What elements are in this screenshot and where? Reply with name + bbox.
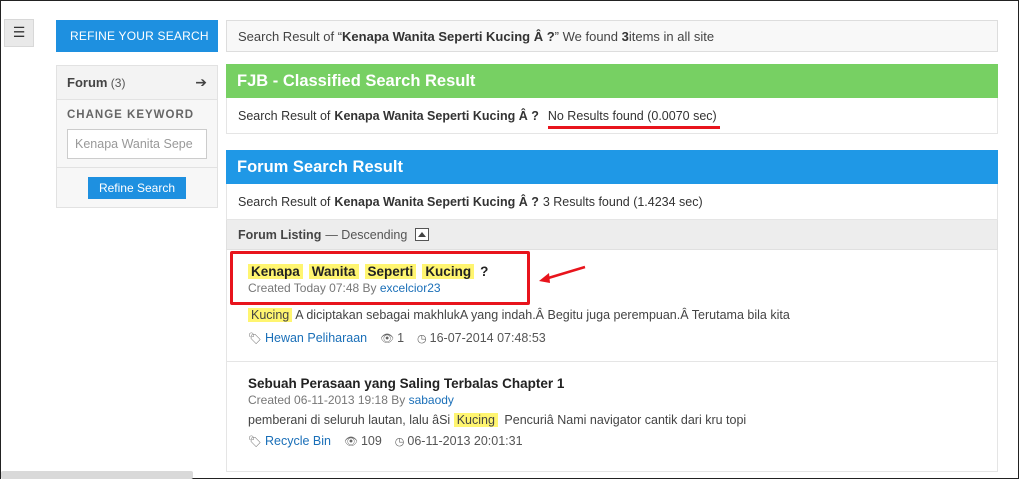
post-date: 16-07-2014 07:48:53 [429,331,546,345]
result-meta: Created Today 07:48 By excelcior23 [248,281,441,295]
refine-panel: Forum (3) ➔ CHANGE KEYWORD Refine Search [56,65,218,208]
forum-listing-header: Forum Listing — Descending [226,220,998,250]
summary-count: 3 [621,28,629,44]
author-link[interactable]: sabaody [409,393,454,407]
tag-icon: 🏷 [248,331,262,345]
forum-filter-label: Forum (3) [67,75,126,90]
annotation-arrow [539,265,586,283]
fjb-no-results: No Results found (0.0070 sec) [547,108,720,129]
hamburger-icon[interactable]: ☰ [4,19,34,47]
fjb-query: Kenapa Wanita Seperti Kucing Â ? [334,108,539,123]
result-title-link[interactable]: Kenapa Wanita Seperti Kucing ? [248,262,997,280]
view-count: 109 [360,434,382,448]
result-snippet: pemberani di seluruh lautan, lalu âSi Ku… [248,413,747,427]
left-rail: ☰ [1,1,193,479]
forum-filter[interactable]: Forum (3) ➔ [57,66,217,100]
forum-listing-order: — Descending [325,227,408,242]
fjb-result-line: Search Result of Kenapa Wanita Seperti K… [226,98,998,134]
eye-icon: 👁 [380,331,395,345]
main-content: Search Result of “ Kenapa Wanita Seperti… [226,20,998,472]
clock-icon: ◷ [417,331,427,345]
forum-filter-count: (3) [110,76,126,90]
clock-icon: ◷ [394,434,405,448]
forum-query: Kenapa Wanita Seperti Kucing Â ? [334,194,539,209]
forum-result-count: 3 Results found (1.4234 sec) [542,194,703,209]
sidebar: REFINE YOUR SEARCH Forum (3) ➔ CHANGE KE… [56,20,218,208]
refine-search-button[interactable]: Refine Search [87,176,187,199]
forum-listing-label: Forum Listing [238,227,322,242]
list-item: Sebuah Perasaan yang Saling Terbalas Cha… [226,362,998,472]
view-count: 1 [397,331,405,345]
horizontal-scrollbar[interactable] [1,471,193,479]
eye-icon: 👁 [343,434,358,448]
result-meta: Created 06-11-2013 19:18 By sabaody [248,393,454,407]
keyword-input[interactable] [67,129,207,159]
result-tags: 🏷 Hewan Peliharaan 👁 1 ◷ 16-07-2014 07:4… [248,331,997,345]
tag-icon: 🏷 [248,434,262,448]
summary-query: Kenapa Wanita Seperti Kucing Â ? [342,28,555,44]
result-snippet: Kucing A diciptakan sebagai makhlukA yang… [248,308,997,322]
result-title-link[interactable]: Sebuah Perasaan yang Saling Terbalas Cha… [248,374,997,392]
result-tags: 🏷 Recycle Bin 👁 109 ◷ 06-11-2013 20:01:3… [248,434,997,448]
refine-button-row: Refine Search [57,167,217,207]
forum-result-line: Search Result of Kenapa Wanita Seperti K… [226,184,998,220]
refine-your-search-tab[interactable]: REFINE YOUR SEARCH [56,20,218,52]
author-link[interactable]: excelcior23 [380,281,441,295]
search-summary-bar: Search Result of “ Kenapa Wanita Seperti… [226,20,998,52]
category-link[interactable]: Hewan Peliharaan [265,331,367,345]
change-keyword-label: CHANGE KEYWORD [67,109,195,121]
category-link[interactable]: Recycle Bin [265,434,331,448]
list-item: Kenapa Wanita Seperti Kucing ? Created T… [226,250,998,362]
forum-section-title: Forum Search Result [226,150,998,184]
sort-toggle-icon[interactable] [415,228,430,241]
post-date: 06-11-2013 20:01:31 [407,434,523,448]
fjb-section-title: FJB - Classified Search Result [226,64,998,98]
arrow-right-icon[interactable]: ➔ [195,75,207,91]
